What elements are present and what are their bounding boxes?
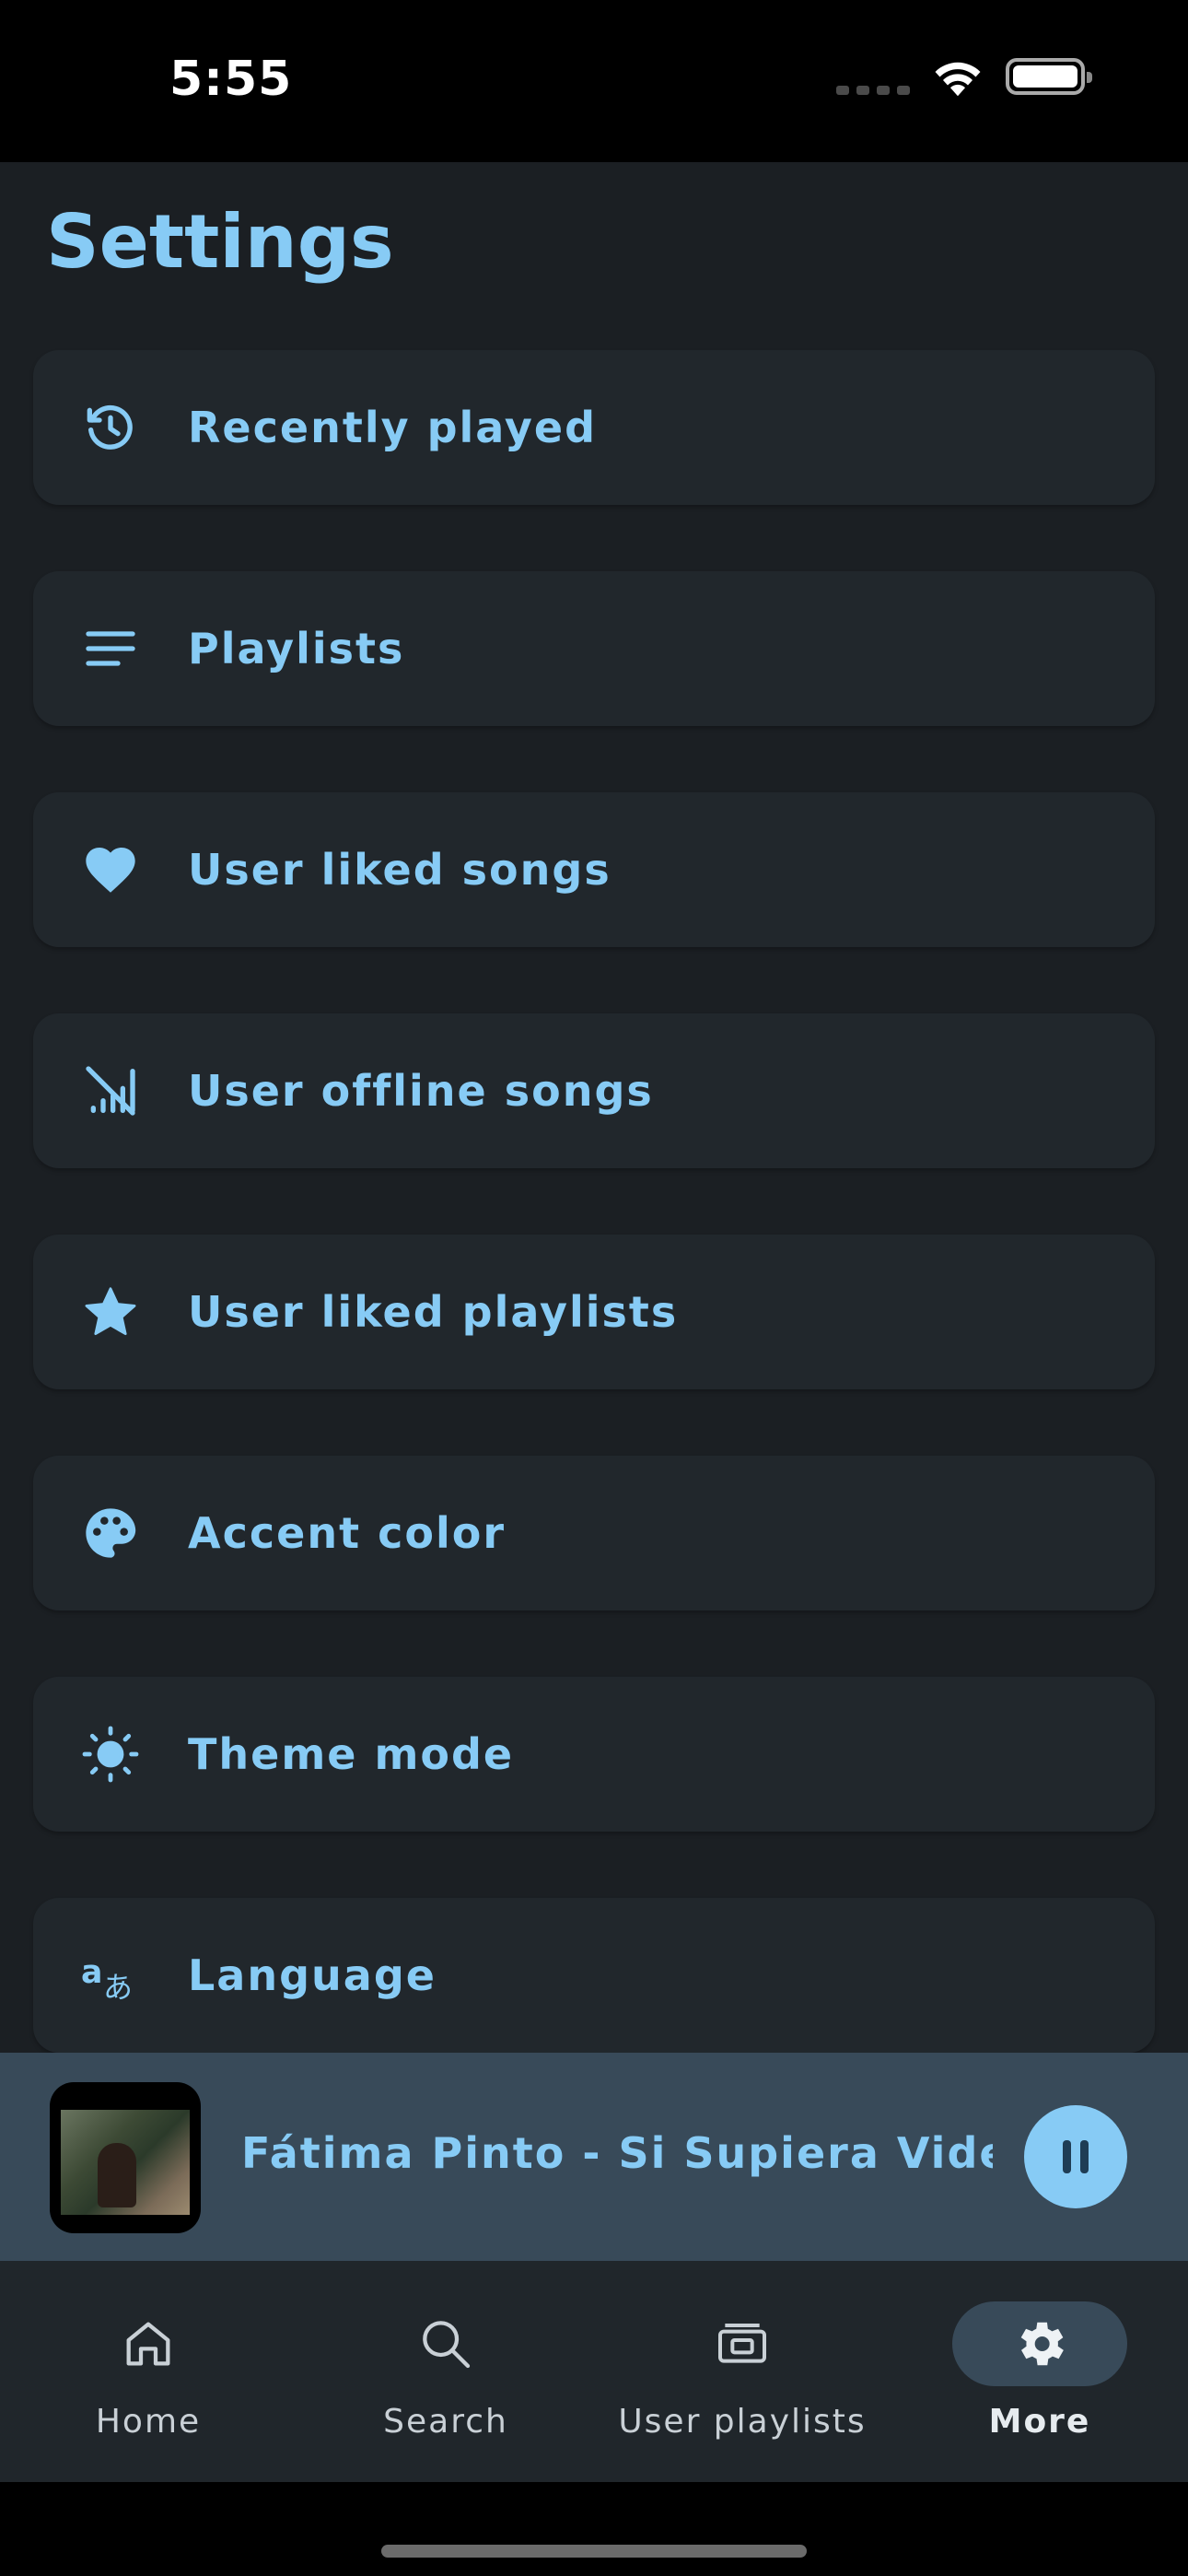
svg-text:a: a xyxy=(81,1954,102,1991)
setting-label: Playlists xyxy=(188,624,405,673)
nav-item-user-playlists[interactable]: User playlists xyxy=(604,2301,880,2441)
cellular-signal-icon xyxy=(836,58,910,95)
nav-item-search[interactable]: Search xyxy=(308,2301,584,2441)
library-icon xyxy=(718,2324,766,2363)
home-icon xyxy=(126,2322,170,2366)
history-icon xyxy=(81,398,140,457)
nav-label: Search xyxy=(383,2403,508,2441)
app-screen: 5:55 Settings Recently played Playlists … xyxy=(0,0,1188,2576)
track-title[interactable]: Fátima Pinto - Si Supiera Video Oficial xyxy=(241,2128,993,2178)
setting-label: Language xyxy=(188,1950,437,2000)
page-title: Settings xyxy=(46,199,394,285)
wifi-icon xyxy=(935,62,981,97)
setting-user-liked-songs[interactable]: User liked songs xyxy=(33,792,1155,947)
gear-icon xyxy=(1020,2322,1064,2366)
heart-icon xyxy=(81,840,140,899)
nav-label: More xyxy=(988,2403,1091,2441)
setting-label: User offline songs xyxy=(188,1066,654,1116)
bottom-nav: Home Search User playlists More xyxy=(0,2261,1188,2482)
nav-item-more[interactable]: More xyxy=(902,2301,1178,2441)
settings-list: Recently played Playlists User liked son… xyxy=(33,350,1155,2119)
setting-label: Recently played xyxy=(188,403,598,452)
setting-recently-played[interactable]: Recently played xyxy=(33,350,1155,505)
nav-label: User playlists xyxy=(618,2403,867,2441)
status-time: 5:55 xyxy=(169,52,293,107)
setting-playlists[interactable]: Playlists xyxy=(33,571,1155,726)
svg-text:あ: あ xyxy=(103,1970,133,2005)
setting-label: Accent color xyxy=(188,1508,507,1558)
palette-icon xyxy=(81,1504,140,1563)
status-bar: 5:55 xyxy=(0,0,1188,162)
sun-icon xyxy=(81,1725,140,1784)
nav-item-home[interactable]: Home xyxy=(10,2301,286,2441)
album-art[interactable] xyxy=(50,2082,201,2233)
status-icons xyxy=(836,55,1092,98)
setting-theme-mode[interactable]: Theme mode xyxy=(33,1677,1155,1832)
pause-button[interactable] xyxy=(1024,2105,1127,2208)
home-indicator[interactable] xyxy=(381,2545,807,2558)
setting-user-offline-songs[interactable]: User offline songs xyxy=(33,1013,1155,1168)
search-icon xyxy=(423,2321,471,2369)
home-indicator-area xyxy=(0,2482,1188,2576)
setting-accent-color[interactable]: Accent color xyxy=(33,1456,1155,1610)
setting-label: Theme mode xyxy=(188,1729,515,1779)
nav-label: Home xyxy=(95,2403,202,2441)
signal-off-icon xyxy=(81,1061,140,1120)
list-icon xyxy=(81,619,140,678)
mini-player[interactable]: Fátima Pinto - Si Supiera Video Oficial xyxy=(0,2053,1188,2261)
pause-icon xyxy=(1063,2140,1089,2173)
setting-label: User liked playlists xyxy=(188,1287,679,1337)
setting-label: User liked songs xyxy=(188,845,611,895)
setting-language[interactable]: a あ Language xyxy=(33,1898,1155,2053)
setting-user-liked-playlists[interactable]: User liked playlists xyxy=(33,1235,1155,1389)
translate-icon: a あ xyxy=(81,1946,140,2005)
star-icon xyxy=(81,1282,140,1341)
battery-icon xyxy=(1006,58,1092,95)
